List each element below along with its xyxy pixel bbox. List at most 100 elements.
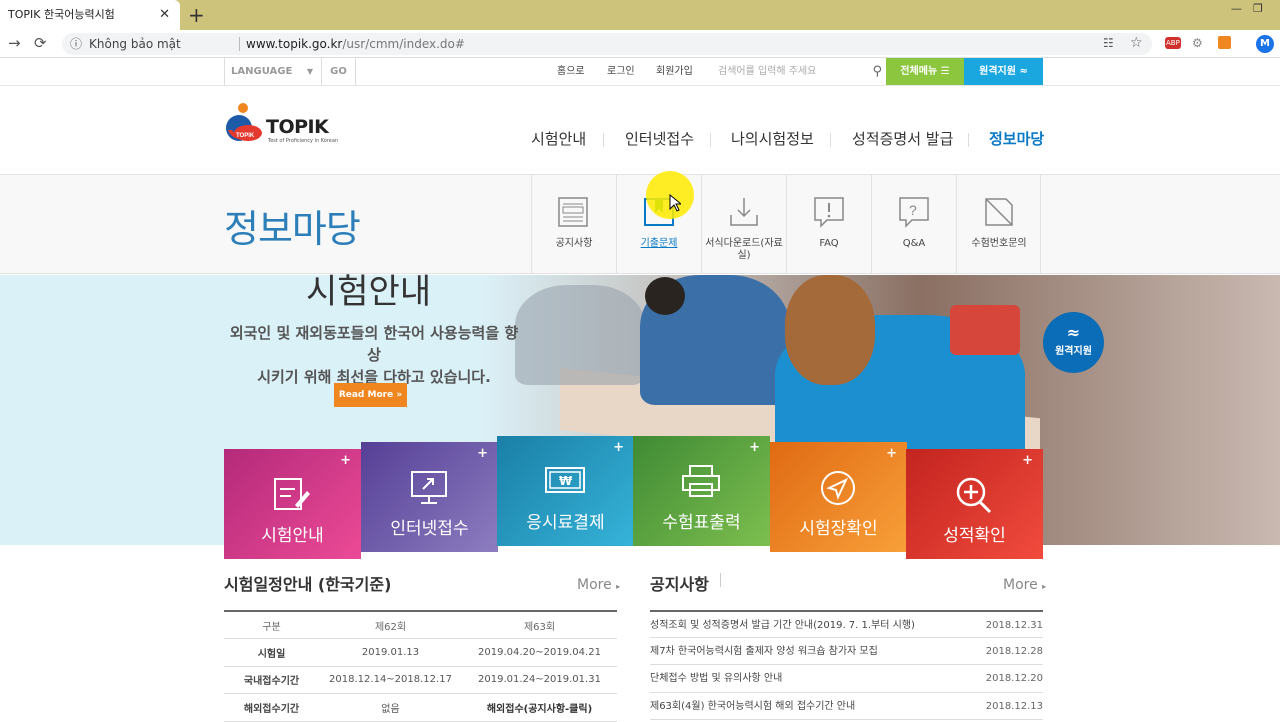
gnb-exam-info[interactable]: 시험안내 bbox=[531, 128, 586, 149]
address-bar: → ⟳ ⓘ Không bảo mật www.topik.go.kr/usr/… bbox=[0, 30, 1280, 58]
schedule-table: 구분 제62회 제63회 시험일 2019.01.13 2019.04.20~2… bbox=[224, 610, 617, 722]
list-item[interactable]: 제63회(4월) 한국어능력시험 해외 접수기간 안내 2018.12.13 bbox=[650, 693, 1043, 720]
plus-icon: + bbox=[340, 453, 351, 468]
gnb-divider bbox=[968, 133, 969, 147]
id-card-icon bbox=[985, 198, 1013, 226]
notice-date: 2018.12.28 bbox=[985, 645, 1043, 657]
submenu-label: Q&A bbox=[902, 238, 926, 249]
overseas-registration-link[interactable]: 해외접수(공지사항-클릭) bbox=[462, 693, 617, 722]
security-status[interactable]: Không bảo mật bbox=[89, 33, 181, 55]
schedule-more-link[interactable]: More ▸ bbox=[577, 577, 620, 593]
login-link[interactable]: 로그인 bbox=[607, 58, 635, 86]
gnb-online-registration[interactable]: 인터넷접수 bbox=[625, 128, 694, 149]
close-tab-icon[interactable]: ✕ bbox=[159, 0, 170, 30]
all-menu-button[interactable]: 전체메뉴 ☰ bbox=[886, 58, 964, 85]
remote-support-button[interactable]: 원격지원 ≈ bbox=[964, 58, 1043, 85]
list-item[interactable]: 제7차 한국어능력시험 출제자 양성 워크숍 참가자 모집 2018.12.28 bbox=[650, 638, 1043, 665]
chevron-right-icon: ▸ bbox=[616, 582, 621, 591]
wifi-icon: ≈ bbox=[1066, 323, 1081, 342]
bookmark-star-icon[interactable]: ☆ bbox=[1130, 35, 1143, 51]
search-placeholder: 검색어를 입력해 주세요 bbox=[718, 66, 817, 77]
submenu-label: 서식다운로드(자료실) bbox=[705, 238, 783, 261]
svg-text:TOPIK: TOPIK bbox=[236, 133, 255, 139]
notice-text[interactable]: 단체접수 방법 및 유의사항 안내 bbox=[650, 673, 782, 684]
submenu-item-faq[interactable]: FAQ bbox=[786, 175, 871, 273]
url-divider bbox=[239, 37, 240, 51]
url-path: /usr/cmm/index.do# bbox=[342, 37, 465, 51]
forward-icon[interactable]: → bbox=[8, 34, 21, 52]
notice-text[interactable]: 제63회(4월) 한국어능력시험 해외 접수기간 안내 bbox=[650, 701, 855, 712]
remote-support-label: 원격지원 bbox=[979, 66, 1016, 77]
table-header-row: 구분 제62회 제63회 bbox=[224, 610, 617, 639]
url-field[interactable]: ⓘ Không bảo mật www.topik.go.kr/usr/cmm/… bbox=[62, 33, 1152, 55]
table-row: 시험일 2019.01.13 2019.04.20~2019.04.21 bbox=[224, 638, 617, 667]
tile-label: 인터넷접수 bbox=[390, 519, 469, 539]
double-chevron-icon: » bbox=[396, 390, 403, 400]
title-divider bbox=[720, 573, 721, 587]
tile-online-registration[interactable]: + 인터넷접수 bbox=[361, 442, 498, 552]
table-cell: 해외접수기간 bbox=[224, 693, 319, 722]
notice-text[interactable]: 성적조회 및 성적증명서 발급 기간 안내(2019. 7. 1.부터 시행) bbox=[650, 620, 915, 631]
remote-floating-label: 원격지원 bbox=[1055, 346, 1092, 357]
language-label: LANGUAGE bbox=[231, 66, 293, 77]
home-link[interactable]: 홈으로 bbox=[557, 58, 585, 86]
topik-logo[interactable]: TOPIK TOPIK Test of Proficiency in Korea… bbox=[224, 102, 338, 148]
submenu-item-exam-number[interactable]: 수험번호문의 bbox=[956, 175, 1041, 273]
tile-exam-info[interactable]: + 시험안내 bbox=[224, 449, 361, 559]
table-cell: 없음 bbox=[319, 693, 462, 722]
all-menu-label: 전체메뉴 bbox=[900, 66, 938, 77]
tile-admission-ticket[interactable]: + 수험표출력 bbox=[633, 436, 770, 546]
profile-avatar[interactable]: M bbox=[1256, 35, 1274, 53]
notice-more-link[interactable]: More ▸ bbox=[1003, 577, 1046, 593]
new-tab-button[interactable]: + bbox=[188, 3, 205, 27]
search-input[interactable]: 검색어를 입력해 주세요 ⚲ bbox=[706, 58, 886, 86]
submenu-label: 수험번호문의 bbox=[971, 238, 1027, 249]
submenu-item-qna[interactable]: ? Q&A bbox=[871, 175, 956, 273]
language-go-button[interactable]: GO bbox=[322, 58, 356, 86]
table-cell: 2019.04.20~2019.04.21 bbox=[462, 638, 617, 667]
search-icon[interactable]: ⚲ bbox=[872, 58, 882, 86]
question-bubble-icon: ? bbox=[899, 197, 929, 228]
language-select[interactable]: LANGUAGE ▼ bbox=[224, 58, 322, 86]
gnb-certificate-issue[interactable]: 성적증명서 발급 bbox=[852, 128, 953, 149]
tile-score-check[interactable]: + 성적확인 bbox=[906, 449, 1043, 559]
notice-title: 공지사항 bbox=[650, 575, 709, 594]
gnb-divider bbox=[830, 133, 831, 147]
gnb-my-exam-info[interactable]: 나의시험정보 bbox=[731, 128, 814, 149]
submenu-title: 정보마당 bbox=[224, 207, 361, 251]
notice-date: 2018.12.20 bbox=[985, 673, 1043, 684]
tile-exam-site[interactable]: + 시험장확인 bbox=[770, 442, 907, 552]
tile-fee-payment[interactable]: + ₩ 응시료결제 bbox=[497, 436, 634, 546]
notice-text[interactable]: 제7차 한국어능력시험 출제자 양성 워크숍 참가자 모집 bbox=[650, 646, 878, 657]
reload-icon[interactable]: ⟳ bbox=[34, 34, 47, 52]
adblock-icon[interactable]: ABP bbox=[1165, 37, 1181, 49]
gnb-divider bbox=[710, 133, 711, 147]
restore-icon[interactable]: ❐ bbox=[1253, 2, 1263, 15]
minimize-icon[interactable]: — bbox=[1231, 2, 1242, 15]
signup-link[interactable]: 회원가입 bbox=[656, 58, 693, 86]
extension-puzzle-icon[interactable]: ⚙ bbox=[1192, 36, 1203, 50]
table-cell: 2019.01.13 bbox=[319, 638, 462, 667]
hamburger-icon: ☰ bbox=[940, 66, 950, 77]
browser-tab[interactable]: TOPIK 한국어능력시험 ✕ bbox=[0, 0, 180, 30]
url-text[interactable]: www.topik.go.kr/usr/cmm/index.do# bbox=[246, 33, 465, 55]
plus-icon: + bbox=[613, 440, 624, 455]
monitor-icon bbox=[411, 471, 447, 504]
shopping-extension-icon[interactable] bbox=[1218, 36, 1231, 49]
info-icon[interactable]: ⓘ bbox=[70, 33, 82, 55]
submenu-item-notice[interactable]: 공지사항 bbox=[531, 175, 616, 273]
tile-label: 응시료결제 bbox=[526, 513, 605, 533]
read-more-button[interactable]: Read More » bbox=[334, 383, 407, 407]
remote-support-floating-button[interactable]: ≈ 원격지원 bbox=[1043, 312, 1104, 373]
submenu-label: 공지사항 bbox=[555, 238, 593, 249]
tile-label: 수험표출력 bbox=[662, 513, 741, 533]
translate-icon[interactable]: ☷ bbox=[1103, 36, 1114, 50]
svg-text:₩: ₩ bbox=[559, 474, 573, 488]
list-item[interactable]: 성적조회 및 성적증명서 발급 기간 안내(2019. 7. 1.부터 시행) … bbox=[650, 610, 1043, 638]
list-item[interactable]: 단체접수 방법 및 유의사항 안내 2018.12.20 bbox=[650, 665, 1043, 693]
exclamation-bubble-icon bbox=[814, 197, 844, 228]
tile-label: 시험안내 bbox=[261, 526, 324, 546]
gnb-info-center[interactable]: 정보마당 bbox=[989, 128, 1044, 149]
tile-label: 시험장확인 bbox=[799, 519, 878, 539]
submenu-item-downloads[interactable]: 서식다운로드(자료실) bbox=[701, 175, 786, 273]
